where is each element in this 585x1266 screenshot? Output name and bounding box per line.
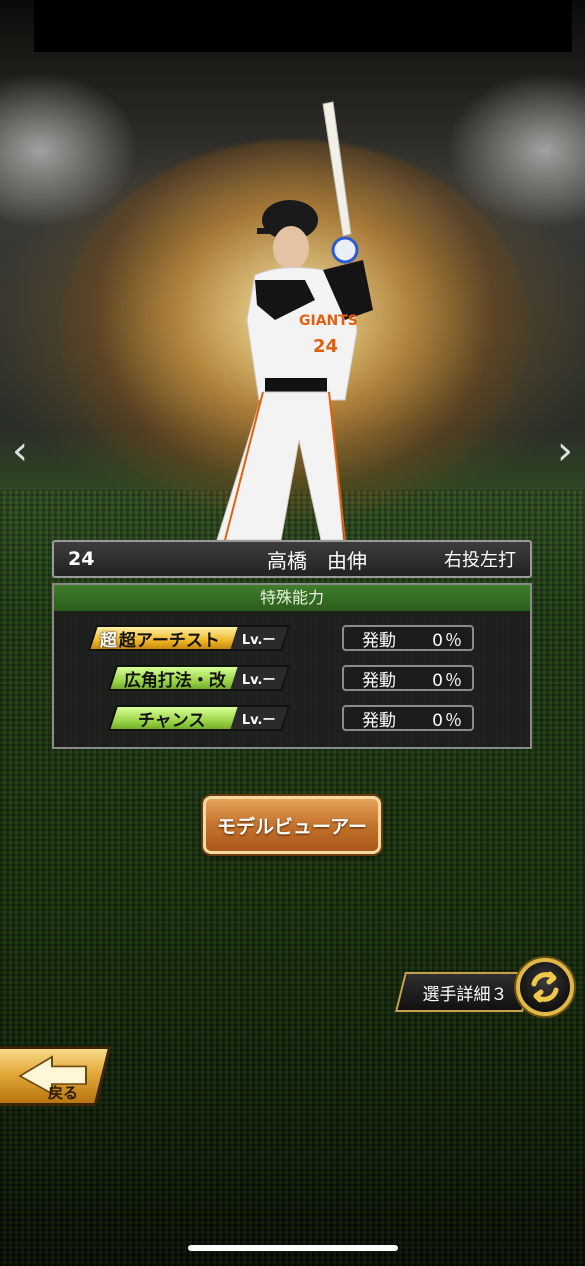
activation-rate: 発動 0％ (342, 665, 474, 691)
activation-rate: 発動 0％ (342, 705, 474, 731)
ability-row[interactable]: 広角打法・改 Lv.ー 発動 0％ (54, 665, 530, 693)
ability-name: チャンス (138, 710, 206, 731)
home-indicator[interactable] (188, 1245, 398, 1251)
ability-badge-green: 広角打法・改 Lv.ー (107, 665, 291, 691)
batting-gloves (331, 236, 359, 264)
ability-prefix: 超 (100, 630, 117, 651)
ability-level: Lv.ー (230, 667, 288, 689)
ability-name: 広角打法・改 (124, 670, 226, 691)
player-figure: GIANTS 24 (216, 101, 373, 541)
prev-player-chevron-icon[interactable]: ‹ (2, 425, 38, 477)
ability-level: Lv.ー (230, 627, 288, 649)
activation-rate: 発動 0％ (342, 625, 474, 651)
model-viewer-button[interactable]: モデルビューアー (203, 796, 381, 854)
ability-level: Lv.ー (230, 707, 288, 729)
ability-name: 超アーチスト (119, 630, 220, 651)
player-detail-label[interactable]: 選手詳細３ (410, 972, 520, 1012)
belt (265, 378, 327, 392)
back-label[interactable]: 戻る (48, 1082, 78, 1103)
ability-badge-gold: 超 超アーチスト Lv.ー (87, 625, 291, 651)
ability-row[interactable]: チャンス Lv.ー 発動 0％ (54, 705, 530, 733)
ability-badge-green: チャンス Lv.ー (107, 705, 291, 731)
bat (322, 101, 352, 237)
ability-row[interactable]: 超 超アーチスト Lv.ー 発動 0％ (54, 625, 530, 653)
panel-title: 特殊能力 (54, 585, 530, 611)
player-number: 24 (68, 548, 95, 570)
jersey-chest-text: GIANTS (299, 313, 358, 329)
player-info-bar: 24 高橋 由伸 右投左打 (52, 540, 532, 578)
switch-arrows-icon[interactable] (516, 958, 574, 1016)
pants (216, 391, 344, 541)
face (273, 226, 309, 270)
player-name: 高橋 由伸 (267, 548, 367, 573)
status-bar (34, 0, 572, 52)
throw-bat-type: 右投左打 (444, 550, 516, 571)
next-player-chevron-icon[interactable]: › (547, 425, 583, 477)
jersey-number: 24 (313, 336, 338, 357)
special-abilities-panel: 特殊能力 超 超アーチスト Lv.ー 発動 0％ 広角打法・改 Lv.ー 発動 … (52, 583, 532, 749)
